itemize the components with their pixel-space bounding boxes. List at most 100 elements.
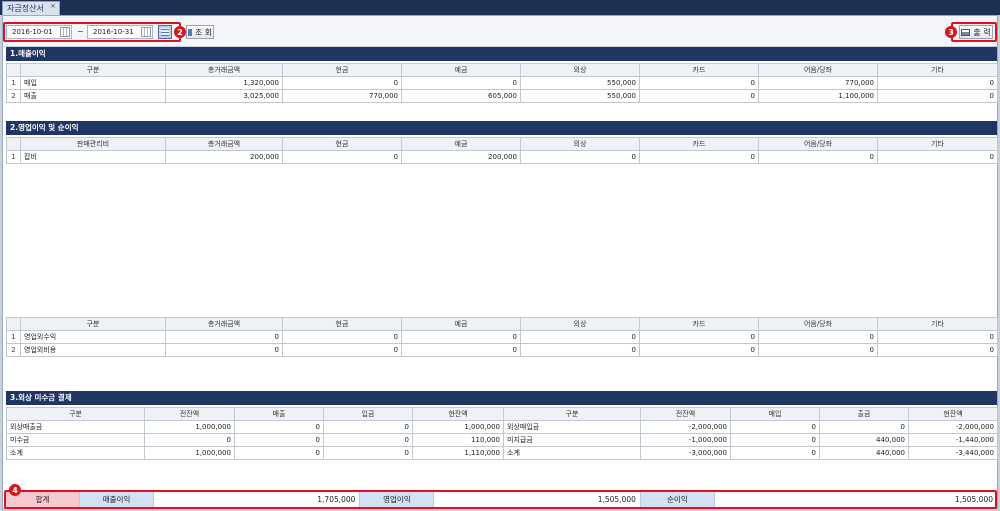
col-header-other: 기타 <box>877 317 998 331</box>
cell-card: 0 <box>639 330 759 344</box>
cell-cash: 0 <box>282 150 402 164</box>
cell-card: 0 <box>639 89 759 103</box>
col-header-bill: 어음/당좌 <box>758 137 878 151</box>
table-row[interactable]: 2 영업외비용 0 0 0 0 0 0 0 <box>6 343 998 357</box>
cell-purchase: 0 <box>730 433 820 447</box>
row-index: 1 <box>6 150 21 164</box>
section-sales-profit: 1.매출이익 <box>6 47 997 61</box>
col-header-index <box>6 137 21 151</box>
cell-deposit: 0 <box>401 76 521 90</box>
col-header-total: 총거래금액 <box>165 63 283 77</box>
cell-prev-balance-2: -2,000,000 <box>640 420 731 434</box>
cell-purchase: 0 <box>730 446 820 460</box>
col-header-other: 기타 <box>877 137 998 151</box>
cell-payment: 440,000 <box>819 433 909 447</box>
col-header-purchase: 매입 <box>730 407 820 421</box>
cell-sales: 0 <box>234 433 324 447</box>
cell-curr-balance-2: -1,440,000 <box>908 433 998 447</box>
col-header-index <box>6 63 21 77</box>
col-header-card: 카드 <box>639 137 759 151</box>
col-header-category: 구분 <box>6 407 145 421</box>
section-receivables: 3.외상 미수금 결제 <box>6 391 997 405</box>
cell-deposit: 0 <box>401 330 521 344</box>
cell-category-2: 소계 <box>503 446 641 460</box>
table-row[interactable]: 1 매입 1,320,000 0 0 550,000 0 770,000 0 <box>6 76 998 90</box>
toolbar: 2016-10-01 ~ 2016-10-31 2 조 회 3 출 력 <box>3 16 997 47</box>
table-row[interactable]: 외상매출금 1,000,000 0 0 1,000,000 외상매입금 -2,0… <box>6 420 998 434</box>
col-header-total: 총거래금액 <box>165 317 283 331</box>
col-header-payment: 출금 <box>819 407 909 421</box>
row-index: 1 <box>6 76 21 90</box>
cell-category-2: 미지급금 <box>503 433 641 447</box>
cell-credit: 0 <box>520 343 640 357</box>
col-header-bill: 어음/당좌 <box>758 63 878 77</box>
row-index: 2 <box>6 343 21 357</box>
table-header-row: 구분 총거래금액 현금 예금 외상 카드 어음/당좌 기타 <box>6 317 998 331</box>
search-icon <box>187 28 192 36</box>
table-row[interactable]: 1 영업외수익 0 0 0 0 0 0 0 <box>6 330 998 344</box>
tab-close-icon[interactable]: × <box>50 2 56 10</box>
cell-bill: 0 <box>758 343 878 357</box>
marker-2-box <box>3 22 181 42</box>
table-row[interactable]: 2 매출 3,025,000 770,000 605,000 550,000 0… <box>6 89 998 103</box>
cell-cash: 0 <box>282 76 402 90</box>
cell-card: 0 <box>639 150 759 164</box>
cell-curr-balance-2: -3,440,000 <box>908 446 998 460</box>
col-header-receipt: 입금 <box>323 407 413 421</box>
col-header-credit: 외상 <box>520 63 640 77</box>
tab-settlement[interactable]: 자금정산서 × <box>2 1 60 15</box>
cell-other: 0 <box>877 76 998 90</box>
col-header-sales: 매출 <box>234 407 324 421</box>
cell-deposit: 200,000 <box>401 150 521 164</box>
cell-sales: 0 <box>234 420 324 434</box>
cell-curr-balance-2: -2,000,000 <box>908 420 998 434</box>
cell-cash: 0 <box>282 343 402 357</box>
cell-deposit: 605,000 <box>401 89 521 103</box>
cell-cash: 0 <box>282 330 402 344</box>
col-header-category-2: 구분 <box>503 407 641 421</box>
table-header-row: 판매관리비 총거래금액 현금 예금 외상 카드 어음/당좌 기타 <box>6 137 998 151</box>
cell-prev-balance: 0 <box>144 433 235 447</box>
row-label: 영업외수익 <box>20 330 166 344</box>
marker-4-box <box>4 490 997 509</box>
cell-other: 0 <box>877 150 998 164</box>
marker-4-badge: 4 <box>9 484 21 496</box>
cell-curr-balance: 110,000 <box>412 433 504 447</box>
col-header-curr-balance: 현잔액 <box>412 407 504 421</box>
cell-curr-balance: 1,000,000 <box>412 420 504 434</box>
cell-prev-balance: 1,000,000 <box>144 420 235 434</box>
cell-purchase: 0 <box>730 420 820 434</box>
cell-curr-balance: 1,110,000 <box>412 446 504 460</box>
col-header-bill: 어음/당좌 <box>758 317 878 331</box>
cell-credit: 550,000 <box>520 89 640 103</box>
row-label: 매출 <box>20 89 166 103</box>
cell-total: 1,320,000 <box>165 76 283 90</box>
table-row[interactable]: 소계 1,000,000 0 0 1,110,000 소계 -3,000,000… <box>6 446 998 460</box>
window-titlebar: 자금정산서 × <box>0 0 1000 15</box>
cell-prev-balance-2: -3,000,000 <box>640 446 731 460</box>
marker-2-badge: 2 <box>174 26 186 38</box>
cell-other: 0 <box>877 330 998 344</box>
cell-cash: 770,000 <box>282 89 402 103</box>
receivables-table: 구분 전잔액 매출 입금 현잔액 구분 전잔액 매입 출금 현잔액 외상매출금 … <box>6 407 998 460</box>
section-operating-profit: 2.영업이익 및 순이익 <box>6 121 997 135</box>
table-row[interactable]: 1 잡비 200,000 0 200,000 0 0 0 0 <box>6 150 998 164</box>
cell-category-2: 외상매입금 <box>503 420 641 434</box>
cell-deposit: 0 <box>401 343 521 357</box>
table-row[interactable]: 미수금 0 0 0 110,000 미지급금 -1,000,000 0 440,… <box>6 433 998 447</box>
cell-category: 외상매출금 <box>6 420 145 434</box>
col-header-sga: 판매관리비 <box>20 137 166 151</box>
cell-total: 3,025,000 <box>165 89 283 103</box>
col-header-index <box>6 317 21 331</box>
search-button[interactable]: 조 회 <box>186 25 214 39</box>
cell-bill: 770,000 <box>758 76 878 90</box>
cell-card: 0 <box>639 76 759 90</box>
cell-credit: 550,000 <box>520 76 640 90</box>
col-header-category: 구분 <box>20 63 166 77</box>
cell-prev-balance-2: -1,000,000 <box>640 433 731 447</box>
print-button[interactable]: 출 력 <box>959 25 993 39</box>
col-header-cash: 현금 <box>282 317 402 331</box>
printer-icon <box>961 28 971 36</box>
cell-category: 미수금 <box>6 433 145 447</box>
row-label: 잡비 <box>20 150 166 164</box>
